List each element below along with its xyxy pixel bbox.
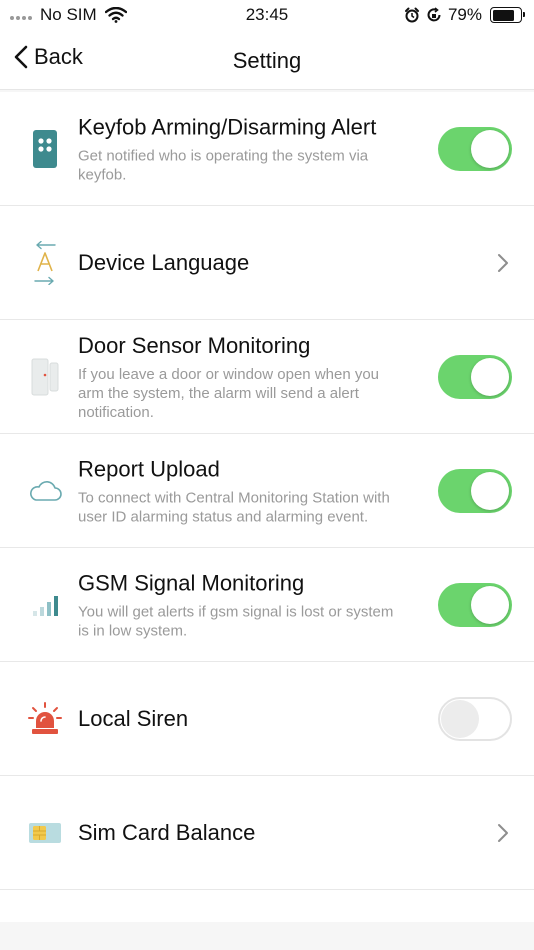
toggle-knob: [441, 699, 479, 738]
gsm-signal-toggle[interactable]: [438, 582, 512, 627]
keyfob-icon: [28, 129, 62, 169]
setting-row-report-upload: Report Upload To connect with Central Mo…: [0, 434, 534, 548]
setting-text: Door Sensor Monitoring If you leave a do…: [78, 332, 408, 422]
setting-title: Local Siren: [78, 705, 189, 731]
nav-bar: Back Setting: [0, 30, 534, 90]
setting-row-gsm-signal: GSM Signal Monitoring You will get alert…: [0, 548, 534, 662]
setting-row-door-sensor: Door Sensor Monitoring If you leave a do…: [0, 320, 534, 434]
setting-title: Report Upload: [78, 456, 220, 481]
setting-text: Sim Card Balance: [78, 819, 408, 847]
door-sensor-icon: [28, 357, 62, 397]
setting-text: Device Language: [78, 249, 408, 277]
cloud-icon: [28, 471, 62, 511]
language-icon: [28, 240, 62, 285]
setting-text: Local Siren: [78, 705, 408, 733]
setting-description: You will get alerts if gsm signal is los…: [78, 603, 394, 639]
setting-title: Door Sensor Monitoring: [78, 332, 311, 358]
setting-description: Get notified who is operating the system…: [78, 147, 369, 183]
report-upload-toggle[interactable]: [438, 468, 512, 513]
chevron-right-icon: [498, 823, 508, 842]
setting-row-device-language[interactable]: Device Language: [0, 206, 534, 320]
siren-icon: [28, 699, 62, 739]
setting-title: GSM Signal Monitoring: [78, 570, 305, 595]
battery-fill: [492, 9, 514, 21]
setting-title: Keyfob Arming/Disarming Alert: [78, 114, 377, 139]
setting-text: Keyfob Arming/Disarming Alert Get notifi…: [78, 113, 408, 184]
setting-row-sim-card-balance[interactable]: Sim Card Balance: [0, 776, 534, 890]
toggle-knob: [471, 357, 509, 396]
keyfob-alert-toggle[interactable]: [438, 126, 512, 171]
setting-text: GSM Signal Monitoring You will get alert…: [78, 569, 408, 640]
battery-percent: 79%: [447, 5, 482, 24]
orientation-lock-icon: [427, 7, 441, 22]
status-bar: No SIM 23:45 79%: [0, 0, 534, 30]
chevron-right-icon: [498, 253, 508, 272]
list-footer-spacer: [0, 890, 534, 922]
door-sensor-toggle[interactable]: [438, 354, 512, 399]
toggle-knob: [471, 585, 509, 624]
setting-description: To connect with Central Monitoring Stati…: [78, 489, 390, 525]
sim-card-icon: [28, 813, 62, 853]
setting-row-local-siren: Local Siren: [0, 662, 534, 776]
alarm-icon: [404, 7, 419, 23]
setting-title: Device Language: [78, 249, 250, 275]
setting-description: If you leave a door or window open when …: [78, 365, 380, 421]
status-right: 79%: [404, 5, 525, 25]
settings-list: Keyfob Arming/Disarming Alert Get notifi…: [0, 92, 534, 922]
signal-bars-icon: [28, 585, 62, 625]
setting-text: Report Upload To connect with Central Mo…: [78, 455, 408, 526]
local-siren-toggle[interactable]: [438, 696, 512, 741]
toggle-knob: [471, 471, 509, 510]
setting-title: Sim Card Balance: [78, 819, 256, 845]
battery-icon: [490, 7, 525, 23]
page-title: Setting: [232, 48, 302, 73]
toggle-knob: [471, 129, 509, 168]
setting-row-keyfob: Keyfob Arming/Disarming Alert Get notifi…: [0, 92, 534, 206]
